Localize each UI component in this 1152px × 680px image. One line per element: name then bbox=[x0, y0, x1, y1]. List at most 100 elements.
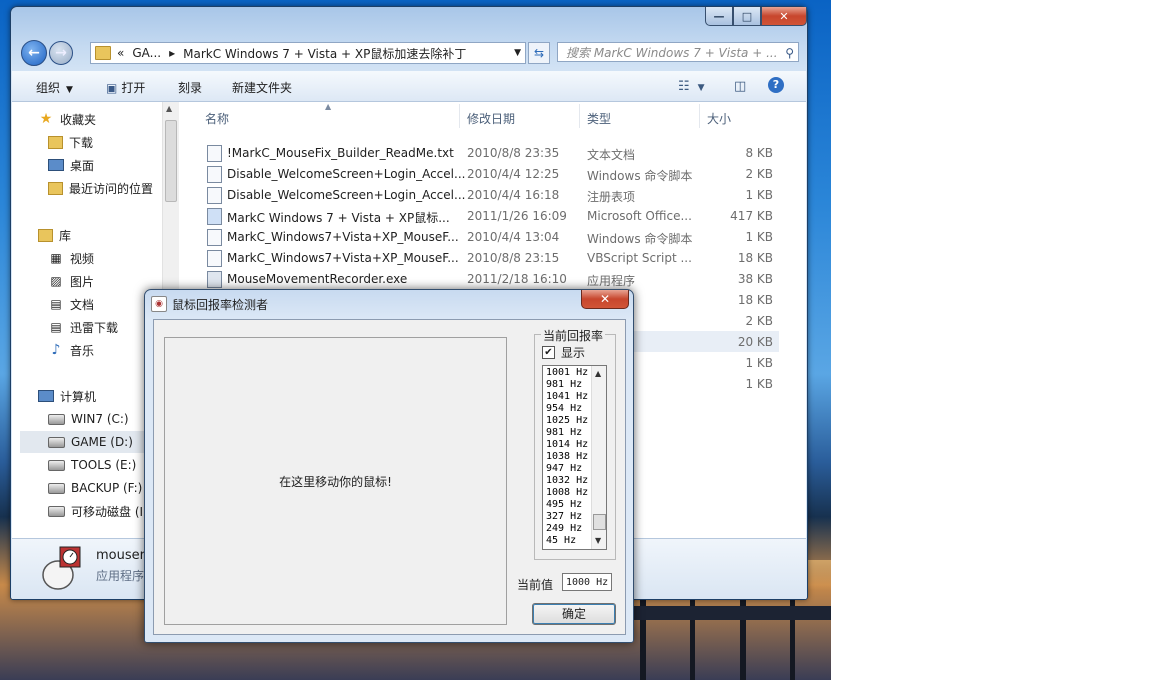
table-row[interactable]: MarkC Windows 7 + Vista + XP鼠标... 2011/1… bbox=[199, 205, 779, 226]
list-item[interactable]: 45 Hz bbox=[546, 535, 576, 546]
details-file-name: mouser bbox=[96, 548, 145, 563]
column-type[interactable]: 类型 bbox=[587, 110, 611, 127]
address-segment-drive[interactable]: GA... bbox=[132, 46, 161, 60]
refresh-button[interactable]: ⇆ bbox=[528, 42, 550, 64]
file-size: 18 KB bbox=[737, 251, 773, 265]
nav-label: 迅雷下载 bbox=[70, 320, 119, 335]
computer-icon bbox=[38, 390, 54, 402]
vbscript-file-icon bbox=[207, 250, 222, 267]
list-item[interactable]: 1008 Hz bbox=[546, 487, 588, 498]
open-button[interactable]: ▣ 打开 bbox=[106, 79, 145, 96]
script-file-icon bbox=[207, 166, 222, 183]
column-name[interactable]: 名称 bbox=[205, 110, 229, 127]
list-item[interactable]: 1014 Hz bbox=[546, 439, 588, 450]
list-item[interactable]: 249 Hz bbox=[546, 523, 582, 534]
pier-deck bbox=[600, 606, 831, 620]
file-date: 2010/4/4 12:25 bbox=[467, 167, 560, 181]
open-label: 打开 bbox=[121, 81, 146, 95]
column-separator[interactable] bbox=[459, 104, 460, 128]
nav-label: 计算机 bbox=[60, 389, 97, 404]
organize-button[interactable]: 组织 ▼ bbox=[36, 79, 73, 96]
scroll-down-icon[interactable]: ▼ bbox=[595, 536, 601, 545]
list-item[interactable]: 495 Hz bbox=[546, 499, 582, 510]
nav-item-drive-d[interactable]: GAME (D:) bbox=[20, 431, 162, 453]
list-item[interactable]: 1038 Hz bbox=[546, 451, 588, 462]
column-separator[interactable] bbox=[579, 104, 580, 128]
scroll-thumb[interactable] bbox=[165, 120, 177, 202]
file-size: 1 KB bbox=[745, 230, 773, 244]
table-row[interactable]: MouseMovementRecorder.exe 2011/2/18 16:1… bbox=[199, 268, 779, 289]
maximize-button[interactable]: □ bbox=[733, 7, 761, 26]
table-row[interactable]: MarkC_Windows7+Vista+XP_MouseF... 2010/8… bbox=[199, 247, 779, 268]
list-item[interactable]: 954 Hz bbox=[546, 403, 582, 414]
group-label: 当前回报率 bbox=[541, 327, 606, 344]
list-item[interactable]: 1032 Hz bbox=[546, 475, 588, 486]
table-row[interactable]: Disable_WelcomeScreen+Login_Accel... 201… bbox=[199, 163, 779, 184]
list-item[interactable]: 981 Hz bbox=[546, 427, 582, 438]
recent-places-icon bbox=[48, 181, 63, 195]
back-button[interactable]: ← bbox=[21, 40, 47, 66]
scroll-thumb[interactable] bbox=[593, 514, 606, 530]
mouse-move-area[interactable]: 在这里移动你的鼠标! bbox=[164, 337, 507, 625]
nav-label: 收藏夹 bbox=[60, 112, 97, 127]
nav-label: 库 bbox=[59, 228, 72, 243]
file-size: 1 KB bbox=[745, 377, 773, 391]
ok-button[interactable]: 确定 bbox=[532, 603, 616, 625]
close-button[interactable]: ✕ bbox=[761, 7, 807, 26]
file-size: 2 KB bbox=[745, 314, 773, 328]
dialog-close-button[interactable]: ✕ bbox=[581, 290, 629, 309]
scroll-up-icon[interactable]: ▲ bbox=[595, 369, 601, 378]
search-icon[interactable]: ⚲ bbox=[785, 43, 794, 61]
scroll-up-icon[interactable]: ▲ bbox=[166, 104, 172, 113]
help-icon[interactable]: ? bbox=[768, 77, 784, 93]
library-icon bbox=[38, 228, 53, 242]
column-separator[interactable] bbox=[699, 104, 700, 128]
nav-item-downloads[interactable]: 下载 bbox=[48, 131, 162, 153]
file-date: 2010/4/4 13:04 bbox=[467, 230, 560, 244]
list-item[interactable]: 327 Hz bbox=[546, 511, 582, 522]
address-bar[interactable]: « GA... ▸ MarkC Windows 7 + Vista + XP鼠标… bbox=[90, 42, 526, 64]
file-name: MarkC Windows 7 + Vista + XP鼠标... bbox=[227, 211, 450, 225]
nav-item-pictures[interactable]: ▨ 图片 bbox=[48, 270, 162, 292]
file-name: MouseMovementRecorder.exe bbox=[227, 272, 408, 286]
file-size: 18 KB bbox=[737, 293, 773, 307]
column-date[interactable]: 修改日期 bbox=[467, 110, 515, 127]
nav-label: 最近访问的位置 bbox=[69, 181, 154, 196]
chevron-down-icon: ▼ bbox=[66, 85, 73, 95]
nav-item-desktop[interactable]: 桌面 bbox=[48, 154, 162, 176]
list-item[interactable]: 947 Hz bbox=[546, 463, 582, 474]
folder-icon bbox=[95, 46, 111, 60]
address-overflow[interactable]: « bbox=[117, 46, 124, 60]
view-options-button[interactable]: ☷ ▼ bbox=[678, 79, 705, 94]
chevron-down-icon[interactable]: ▼ bbox=[514, 48, 521, 58]
nav-favorites[interactable]: ★ 收藏夹 bbox=[38, 108, 162, 130]
table-row[interactable]: !MarkC_MouseFix_Builder_ReadMe.txt 2010/… bbox=[199, 142, 779, 163]
file-name: MarkC_Windows7+Vista+XP_MouseF... bbox=[227, 251, 459, 265]
nav-item-videos[interactable]: ▦ 视频 bbox=[48, 247, 162, 269]
listbox-scrollbar[interactable]: ▲ ▼ bbox=[591, 366, 606, 549]
forward-button[interactable]: → bbox=[49, 41, 73, 65]
file-size: 2 KB bbox=[745, 167, 773, 181]
show-checkbox[interactable]: ✔ 显示 bbox=[542, 344, 585, 361]
view-list-icon: ☷ bbox=[678, 79, 690, 94]
nav-item-recent[interactable]: 最近访问的位置 bbox=[48, 177, 162, 199]
preview-pane-button[interactable]: ◫ bbox=[734, 79, 746, 94]
list-item[interactable]: 1041 Hz bbox=[546, 391, 588, 402]
list-item[interactable]: 1001 Hz bbox=[546, 367, 588, 378]
nav-label: 下载 bbox=[69, 135, 94, 150]
address-segment-folder[interactable]: MarkC Windows 7 + Vista + XP鼠标加速去除补丁 bbox=[183, 45, 466, 62]
list-item[interactable]: 1025 Hz bbox=[546, 415, 588, 426]
file-type: 应用程序 bbox=[587, 274, 636, 288]
table-row[interactable]: MarkC_Windows7+Vista+XP_MouseF... 2010/4… bbox=[199, 226, 779, 247]
new-folder-button[interactable]: 新建文件夹 bbox=[232, 79, 292, 96]
table-row[interactable]: Disable_WelcomeScreen+Login_Accel... 201… bbox=[199, 184, 779, 205]
search-input[interactable]: 搜索 MarkC Windows 7 + Vista + ... ⚲ bbox=[557, 42, 799, 62]
list-item[interactable]: 981 Hz bbox=[546, 379, 582, 390]
file-type: 注册表项 bbox=[587, 190, 636, 204]
current-rate-group: 当前回报率 ✔ 显示 1001 Hz 981 Hz 1041 Hz 954 Hz… bbox=[534, 327, 616, 560]
nav-libraries[interactable]: 库 bbox=[38, 224, 162, 246]
burn-button[interactable]: 刻录 bbox=[178, 79, 202, 96]
column-size[interactable]: 大小 bbox=[707, 110, 731, 127]
rate-listbox[interactable]: 1001 Hz 981 Hz 1041 Hz 954 Hz 1025 Hz 98… bbox=[542, 365, 607, 550]
minimize-button[interactable]: — bbox=[705, 7, 733, 26]
